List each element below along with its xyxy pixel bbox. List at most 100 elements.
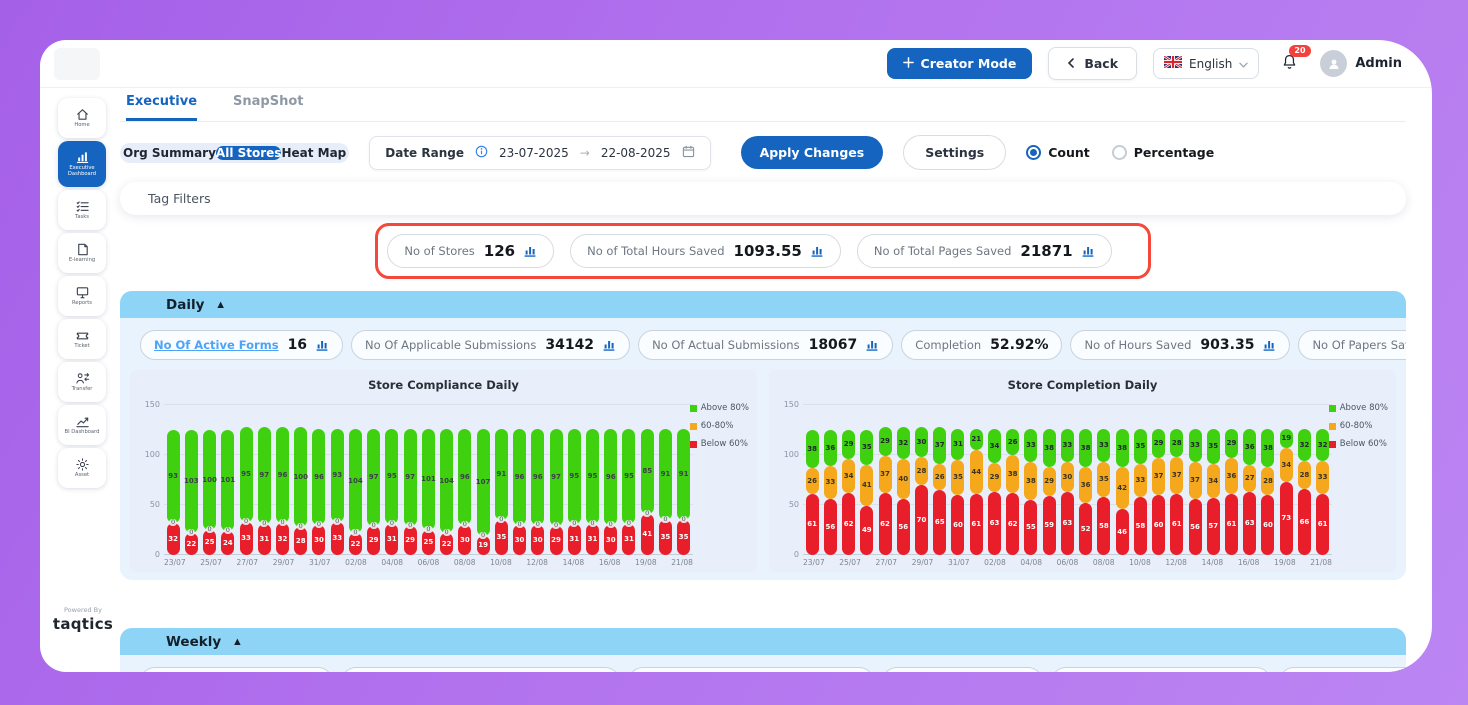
avatar — [1320, 50, 1347, 77]
bar-value-label: 95 — [624, 473, 634, 480]
bar-value-label: 30 — [314, 537, 324, 544]
weekly-section-header[interactable]: Weekly ▲ — [120, 628, 1406, 655]
y-axis-tick: 50 — [777, 500, 799, 509]
bar-chart-icon[interactable] — [603, 340, 616, 351]
sidebar-item-ticket[interactable]: Ticket — [58, 319, 106, 359]
radio-count[interactable]: Count — [1026, 145, 1090, 160]
bar-segment-below-60: 55 — [1024, 500, 1037, 555]
date-range-picker[interactable]: Date Range 23-07-2025 → 22-08-2025 — [369, 136, 710, 170]
bar-segment-above-80: 97 — [258, 427, 271, 524]
bar-value-label: 30 — [1063, 474, 1073, 481]
bar-chart-icon[interactable] — [524, 246, 537, 257]
tab-snapshot[interactable]: SnapShot — [233, 94, 303, 121]
radio-percentage[interactable]: Percentage — [1112, 145, 1214, 160]
bar-value-label: 95 — [387, 473, 397, 480]
sidebar-item-transfer[interactable]: Transfer — [58, 362, 106, 402]
settings-button[interactable]: Settings — [903, 135, 1006, 170]
sidebar-item-reports[interactable]: Reports — [58, 276, 106, 316]
bar-segment-below-60: 61 — [1316, 494, 1329, 555]
e-learning-icon — [75, 242, 90, 257]
bar-value-label: 33 — [332, 535, 342, 542]
bar-segment-above-80: 37 — [933, 427, 946, 464]
daily-section-header[interactable]: Daily ▲ — [120, 291, 1406, 318]
sidebar-item-executive-dashboard[interactable]: Executive Dashboard — [58, 141, 106, 187]
bar-segment-below-60: 62 — [842, 493, 855, 555]
bar-segment-below-60: 31 — [258, 524, 271, 555]
calendar-icon[interactable] — [682, 145, 695, 161]
bar-chart-icon[interactable] — [811, 246, 824, 257]
legend-swatch-icon — [1329, 423, 1336, 430]
bar-segment-above-80: 32 — [1298, 429, 1311, 461]
collapse-caret-icon[interactable]: ▲ — [234, 637, 241, 647]
date-start[interactable]: 23-07-2025 — [499, 146, 569, 160]
bar-segment-above-80: 101 — [422, 429, 435, 530]
bar-value-label: 31 — [624, 536, 634, 543]
language-selector[interactable]: English — [1153, 48, 1259, 79]
stacked-bar: 220104 — [438, 405, 456, 555]
sidebar-item-tasks[interactable]: Tasks — [58, 190, 106, 230]
bar-value-label: 27 — [1245, 475, 1255, 482]
x-axis-tick: 29/07 — [912, 558, 934, 567]
x-axis-tick — [222, 558, 237, 567]
bar-segment-above-80: 32 — [897, 427, 910, 459]
bar-value-label: 38 — [1044, 445, 1054, 452]
stacked-bar: 592938 — [1040, 405, 1058, 555]
bar-segment-above-80: 38 — [1261, 429, 1274, 467]
stacked-bar: 603531 — [949, 405, 967, 555]
view-all-stores[interactable]: All Stores — [216, 146, 282, 160]
bar-segment-above-80: 28 — [1170, 429, 1183, 457]
bar-value-label: 62 — [880, 521, 890, 528]
bar-chart-icon[interactable] — [316, 340, 329, 351]
bar-value-label: 96 — [533, 474, 543, 481]
bar-segment-above-80: 38 — [806, 430, 819, 468]
stat-label[interactable]: No Of Active Forms — [154, 338, 279, 352]
x-axis-tick — [657, 558, 672, 567]
x-axis-tick: 19/08 — [635, 558, 657, 567]
bar-segment-above-80: 96 — [531, 429, 544, 525]
bar-value-label: 26 — [1008, 439, 1018, 446]
bar-value-label: 52 — [1081, 526, 1091, 533]
bar-chart-icon[interactable] — [1263, 340, 1276, 351]
bar-value-label: 0 — [315, 521, 323, 528]
bar-value-label: 58 — [1099, 523, 1109, 530]
stacked-bar: 240101 — [219, 405, 237, 555]
sidebar-item-bi-dashboard[interactable]: BI Dashboard — [58, 405, 106, 445]
bar-value-label: 28 — [1300, 472, 1310, 479]
creator-mode-button[interactable]: Creator Mode — [887, 48, 1033, 79]
bar-value-label: 30 — [460, 537, 470, 544]
bar-segment-above-80: 101 — [221, 430, 234, 531]
weekly-section-title: Weekly — [166, 634, 221, 650]
back-button[interactable]: Back — [1048, 47, 1137, 80]
sidebar-item-asset[interactable]: Asset — [58, 448, 106, 488]
apply-changes-button[interactable]: Apply Changes — [741, 136, 884, 169]
bar-value-label: 60 — [953, 522, 963, 529]
bar-segment-60-80: 34 — [1280, 448, 1293, 482]
bar-chart-icon[interactable] — [866, 340, 879, 351]
bar-segment-above-80: 97 — [404, 429, 417, 526]
asset-icon — [75, 457, 90, 472]
date-end[interactable]: 22-08-2025 — [601, 146, 671, 160]
notification-bell[interactable]: 20 — [1281, 53, 1298, 75]
bar-segment-60-80: 28 — [1298, 461, 1311, 489]
store-completion-daily-chart: Store Completion Daily 05010015061263856… — [769, 370, 1396, 572]
sidebar-item-home[interactable]: Home — [58, 98, 106, 138]
sidebar-item-e-learning[interactable]: E-learning — [58, 233, 106, 273]
collapse-caret-icon[interactable]: ▲ — [217, 300, 224, 310]
info-icon[interactable] — [475, 145, 488, 161]
bar-chart-icon[interactable] — [1082, 246, 1095, 257]
bar-value-label: 30 — [606, 537, 616, 544]
bar-value-label: 96 — [278, 472, 288, 479]
bar-value-label: 60 — [1154, 522, 1164, 529]
bar-value-label: 0 — [224, 527, 232, 534]
view-heat-map[interactable]: Heat Map — [281, 146, 346, 160]
tag-filters-bar[interactable]: Tag Filters — [120, 182, 1406, 215]
stacked-bar: 31095 — [583, 405, 601, 555]
user-menu[interactable]: Admin — [1320, 50, 1402, 77]
bar-value-label: 35 — [496, 534, 506, 541]
bar-value-label: 30 — [917, 439, 927, 446]
bar-value-label: 96 — [460, 474, 470, 481]
view-org-summary[interactable]: Org Summary — [123, 146, 216, 160]
tab-executive[interactable]: Executive — [126, 94, 197, 121]
stacked-bar: 733419 — [1277, 405, 1295, 555]
bar-value-label: 73 — [1281, 515, 1291, 522]
